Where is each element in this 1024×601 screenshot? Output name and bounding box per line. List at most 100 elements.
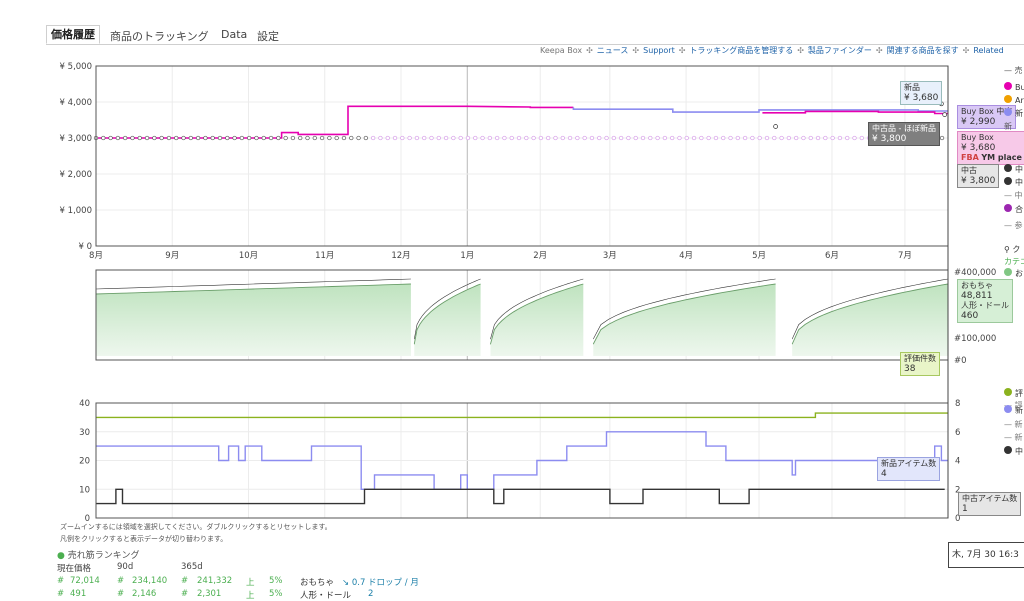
legend-item[interactable]: 新 (1004, 108, 1023, 119)
price-dot-marker (276, 135, 281, 141)
price-dot-marker (640, 135, 646, 141)
sales-rank-area (96, 284, 411, 356)
price-tick-label: ¥ 4,000 (60, 98, 92, 108)
count-left-tick-label: 10 (79, 485, 90, 495)
price-dot-marker (422, 135, 427, 141)
legend-item[interactable]: — 売 (1004, 65, 1023, 76)
legend-item[interactable]: 評 (1004, 388, 1023, 399)
rank-tick-label: #100,000 (954, 334, 996, 344)
price-dot-marker (801, 135, 806, 141)
legend-item[interactable]: 中 (1004, 164, 1023, 175)
count-left-tick-label: 40 (79, 399, 90, 409)
tooltip-used-label: 中古 (961, 166, 977, 175)
legend-label: Bu (1015, 83, 1024, 92)
legend-item[interactable]: — 新 (1004, 432, 1023, 443)
rank-hash: # (117, 589, 125, 599)
price-dot-marker (677, 135, 682, 141)
price-dot-marker (334, 135, 339, 141)
price-dot-marker (159, 135, 164, 141)
legend-dot-icon (1004, 268, 1012, 276)
rank-hash: # (181, 576, 189, 586)
legend-item[interactable]: お (1004, 268, 1023, 279)
tooltip-new-price: 新品 ¥ 3,680 (900, 81, 943, 105)
legend-item[interactable]: Ar (1004, 95, 1024, 105)
rank-90d-value: 234,140 (132, 576, 168, 586)
legend-label: 評 (1015, 389, 1023, 398)
count-right-tick-label: 4 (955, 457, 960, 467)
price-dot-marker (225, 135, 230, 141)
price-tick-label: ¥ 0 (78, 242, 92, 252)
rank-category[interactable]: 人形・ドール (300, 589, 351, 601)
price-history-charts[interactable]: 8月 9月 10月 11月 12月 1月 2月 3月 4月 5月 6月 7月 ¥ 0 ¥ 1,000 ¥ 2… (0, 0, 1024, 593)
price-dot-marker (772, 135, 777, 141)
legend-item[interactable]: — 参 (1004, 220, 1023, 231)
rank-category[interactable]: おもちゃ (300, 576, 334, 588)
month-tick-label: 9月 (165, 251, 179, 261)
sales-rank-series (95, 278, 949, 356)
price-dot-marker (567, 135, 573, 141)
price-dot-marker (648, 135, 653, 141)
price-dot-marker (239, 135, 245, 141)
price-dot-marker (298, 135, 303, 141)
legend-item[interactable]: 新 (1004, 405, 1023, 416)
price-dot-marker (407, 135, 412, 141)
legend-item[interactable]: 新 (1004, 121, 1012, 132)
price-dot-marker (363, 135, 369, 141)
price-dot-marker (626, 135, 631, 141)
rank-drop-trend: ↘ 0.7 ドロップ / 月 (342, 576, 419, 588)
price-dot-marker (655, 135, 660, 141)
tooltip-new-item-count-label: 新品アイテム数 (881, 459, 937, 468)
rank-current-value: 72,014 (70, 576, 100, 586)
price-dot-marker (604, 135, 609, 141)
price-dot-marker (392, 135, 398, 141)
price-dot-marker (166, 135, 172, 141)
tooltip-used-like-new: 中古品 - ほぼ新品 ¥ 3,800 (868, 122, 940, 146)
tooltip-used-value: ¥ 3,800 (961, 176, 996, 186)
tooltip-new-item-count: 新品アイテム数 4 (877, 457, 941, 481)
legend-label: 新 (1015, 406, 1023, 415)
price-dot-marker (699, 135, 704, 141)
month-tick-label: 7月 (898, 251, 912, 261)
price-dot-marker (290, 135, 296, 141)
price-dot-marker (859, 135, 864, 141)
legend-item[interactable]: — 新 (1004, 419, 1023, 430)
legend-dot-icon (1004, 164, 1012, 172)
rank-trend-direction: 上 (246, 578, 255, 588)
month-tick-label: 12月 (391, 251, 410, 261)
count-series (96, 412, 948, 505)
tooltip-rank-category: おもちゃ (961, 281, 993, 290)
price-dot-marker (618, 135, 624, 141)
price-tick-label: ¥ 3,000 (60, 134, 92, 144)
legend-item[interactable]: 中 (1004, 177, 1023, 188)
legend-dot-icon (1004, 108, 1012, 116)
price-series-line (762, 110, 948, 115)
legend-item[interactable]: Bu (1004, 82, 1024, 92)
legend-item[interactable]: 中 (1004, 446, 1023, 457)
tooltip-new-value: ¥ 3,680 (904, 93, 939, 103)
legend-item[interactable]: ⚲ ク (1004, 244, 1020, 255)
legend-item[interactable]: — 中 (1004, 190, 1023, 201)
price-dot-marker (203, 135, 208, 141)
price-dot-marker (575, 135, 580, 141)
tooltip-review-count: 評価件数 38 (900, 352, 940, 376)
price-dot-marker (808, 135, 813, 141)
price-dot-marker (830, 135, 835, 141)
rank-hash: # (117, 576, 125, 586)
price-dot-marker (823, 135, 828, 141)
price-dot-marker (531, 135, 536, 141)
legend-dot-icon (1004, 388, 1012, 396)
price-dot-marker (181, 135, 186, 141)
legend-category-header: カテゴ (1004, 257, 1024, 266)
price-dot-marker (742, 135, 748, 141)
price-dot-marker (589, 135, 595, 141)
price-dot-marker (349, 135, 354, 141)
tooltip-rank-subcategory-value: 460 (961, 311, 979, 321)
month-tick-label: 8月 (89, 251, 103, 261)
price-dot-marker (721, 135, 726, 141)
price-dot-marker (728, 135, 733, 141)
bullet-icon: ● (57, 551, 65, 561)
rank-drop-trend: 2 (368, 589, 374, 599)
legend-item[interactable]: 合 (1004, 204, 1023, 215)
price-dot-marker (130, 135, 135, 141)
month-tick-label: 2月 (533, 251, 547, 261)
